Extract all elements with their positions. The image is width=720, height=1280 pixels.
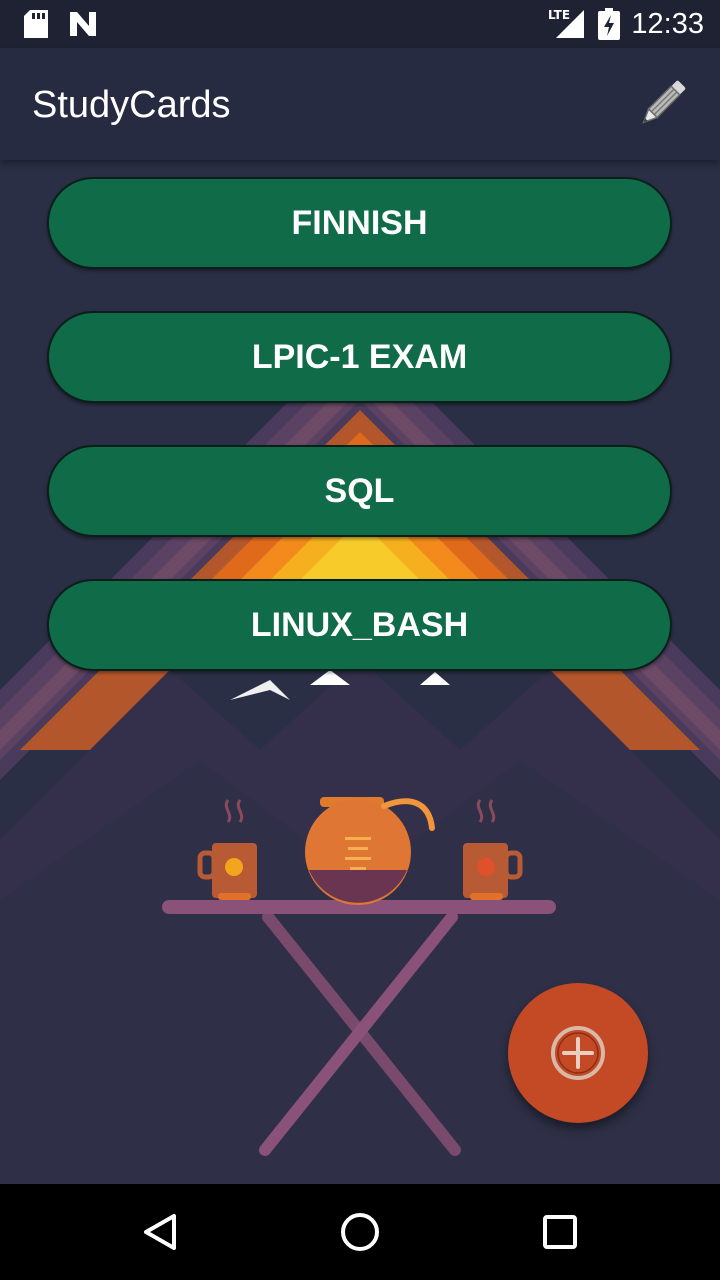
- svg-text:LTE: LTE: [548, 8, 570, 22]
- recents-icon[interactable]: [536, 1208, 584, 1256]
- navigation-bar: [0, 1184, 720, 1280]
- lte-signal-icon: LTE: [546, 6, 586, 45]
- deck-label: FINNISH: [291, 203, 428, 242]
- deck-button-finnish[interactable]: FINNISH: [47, 177, 672, 269]
- home-icon[interactable]: [336, 1208, 384, 1256]
- app-title: StudyCards: [32, 84, 231, 126]
- back-icon[interactable]: [136, 1208, 184, 1256]
- deck-button-linux-bash[interactable]: LINUX_BASH: [47, 579, 672, 671]
- clock: 12:33: [631, 8, 704, 40]
- deck-label: LINUX_BASH: [250, 605, 469, 644]
- app-bar: StudyCards: [0, 48, 720, 160]
- deck-label: LPIC-1 EXAM: [251, 337, 468, 376]
- n-notification-icon: [68, 10, 98, 43]
- edit-button[interactable]: [632, 74, 692, 134]
- deck-button-lpic-1-exam[interactable]: LPIC-1 EXAM: [47, 311, 672, 403]
- add-circle-icon: [551, 1026, 605, 1080]
- deck-button-sql[interactable]: SQL: [47, 445, 672, 537]
- deck-list: FINNISH LPIC-1 EXAM SQL LINUX_BASH: [0, 160, 720, 1184]
- battery-charging-icon: [598, 8, 620, 45]
- status-bar: LTE 12:33: [0, 0, 720, 48]
- add-deck-fab[interactable]: [508, 983, 648, 1123]
- pencil-icon: [642, 80, 686, 124]
- sd-card-icon: [24, 10, 48, 43]
- deck-label: SQL: [324, 471, 395, 510]
